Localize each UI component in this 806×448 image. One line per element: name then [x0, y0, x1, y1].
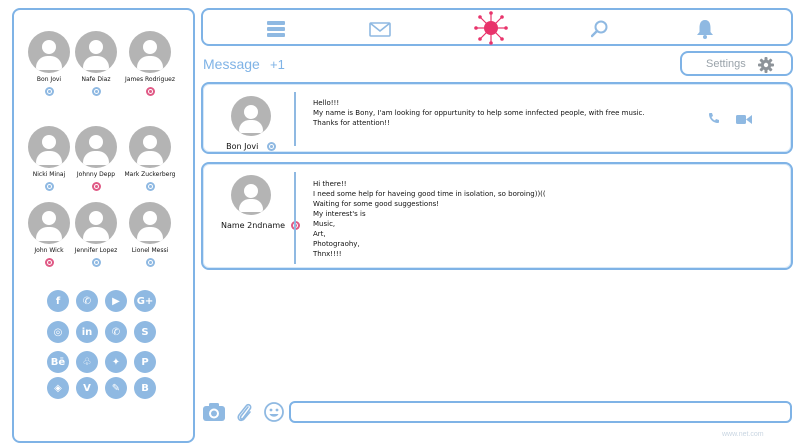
virus-icon[interactable]: [473, 11, 509, 45]
offline-status-icon: [44, 258, 54, 267]
facebook-icon[interactable]: f: [47, 290, 69, 312]
message-line: Thnx!!!!: [313, 250, 342, 258]
youtube-icon[interactable]: ▶: [105, 290, 127, 312]
instagram-icon[interactable]: ◎: [47, 321, 69, 343]
contact-card[interactable]: Nafe Diaz: [67, 31, 125, 96]
search-icon[interactable]: [589, 18, 611, 40]
message-body: Hi there!! I need some help for haveing …: [313, 179, 546, 259]
avatar: [129, 126, 171, 168]
pinterest-icon[interactable]: P: [134, 351, 156, 373]
message-sender[interactable]: Bon Jovi: [221, 96, 281, 151]
message-input[interactable]: [289, 401, 792, 423]
message-count-badge: +1: [270, 57, 285, 72]
evernote-icon[interactable]: ✎: [105, 377, 127, 399]
menu-icon[interactable]: [265, 18, 287, 40]
linkedin-icon[interactable]: in: [76, 321, 98, 343]
avatar: [28, 126, 70, 168]
contacts-sidebar: Bon Jovi Nafe Diaz James Rodriguez Nicki…: [12, 8, 195, 443]
avatar: [231, 96, 271, 136]
contact-name: Johnny Depp: [76, 171, 116, 178]
contact-name: Lionel Messi: [131, 247, 169, 254]
online-status-icon: [145, 182, 155, 191]
message-line: Hello!!!: [313, 99, 340, 107]
contact-card[interactable]: Jennifer Lopez: [67, 202, 125, 267]
avatar: [231, 175, 271, 215]
vimeo-icon[interactable]: V: [76, 377, 98, 399]
avatar: [75, 202, 117, 244]
settings-button[interactable]: Settings: [680, 51, 793, 76]
attachment-icon[interactable]: [235, 401, 253, 427]
video-call-icon[interactable]: [736, 110, 752, 129]
whatsapp-icon[interactable]: ✆: [105, 321, 127, 343]
contact-name: James Rodriguez: [125, 76, 175, 83]
whatsapp-icon[interactable]: ✆: [76, 290, 98, 312]
gear-icon: [758, 57, 774, 77]
message-line: Waiting for some good suggestions!: [313, 200, 440, 208]
avatar: [75, 31, 117, 73]
message-card[interactable]: Bon Jovi Hello!!! My name is Bony, I'am …: [201, 82, 793, 154]
message-line: My interest's is: [313, 210, 366, 218]
contact-card[interactable]: Lionel Messi: [121, 202, 179, 267]
avatar: [129, 31, 171, 73]
message-line: Music,: [313, 220, 336, 228]
contact-name: Jennifer Lopez: [74, 247, 118, 254]
online-status-icon: [266, 142, 276, 151]
sender-name: Bon Jovi: [226, 142, 259, 151]
contact-card[interactable]: Johnny Depp: [67, 126, 125, 191]
online-status-icon: [44, 87, 54, 96]
phone-call-icon[interactable]: [708, 109, 720, 128]
online-status-icon: [91, 258, 101, 267]
snapchat-icon[interactable]: ♧: [76, 351, 98, 373]
messages-title: Message: [203, 56, 260, 72]
contact-card[interactable]: Mark Zuckerberg: [121, 126, 179, 191]
behance-icon[interactable]: Bē: [47, 351, 69, 373]
avatar: [28, 31, 70, 73]
message-body: Hello!!! My name is Bony, I'am looking f…: [313, 98, 645, 128]
emoji-icon[interactable]: [264, 402, 284, 426]
avatar: [129, 202, 171, 244]
bell-icon[interactable]: [694, 18, 716, 40]
message-line: My name is Bony, I'am looking for oppurt…: [313, 109, 645, 117]
online-status-icon: [91, 87, 101, 96]
contact-name: Nafe Diaz: [81, 76, 111, 83]
message-line: Hi there!!: [313, 180, 347, 188]
skype-icon[interactable]: S: [134, 321, 156, 343]
message-divider: [294, 172, 296, 264]
message-sender[interactable]: Name 2ndname: [221, 175, 300, 230]
contact-card[interactable]: James Rodriguez: [121, 31, 179, 96]
message-divider: [294, 92, 296, 146]
offline-status-icon: [91, 182, 101, 191]
watermark: www.net.com: [722, 431, 764, 438]
settings-label: Settings: [706, 57, 746, 70]
message-line: Photograohy,: [313, 240, 360, 248]
contact-name: Mark Zuckerberg: [124, 171, 176, 178]
dropbox-icon[interactable]: ◈: [47, 377, 69, 399]
top-navigation: [201, 8, 793, 46]
twitter-icon[interactable]: ✦: [105, 351, 127, 373]
message-card[interactable]: Name 2ndname Hi there!! I need some help…: [201, 162, 793, 270]
avatar: [28, 202, 70, 244]
mail-icon[interactable]: [369, 18, 391, 40]
message-line: Thanks for attention!!: [313, 119, 390, 127]
message-line: I need some help for haveing good time i…: [313, 190, 546, 198]
sender-name: Name 2ndname: [221, 221, 286, 230]
avatar: [75, 126, 117, 168]
blogger-icon[interactable]: B: [134, 377, 156, 399]
online-status-icon: [44, 182, 54, 191]
camera-icon[interactable]: [202, 402, 226, 426]
message-line: Art,: [313, 230, 326, 238]
online-status-icon: [145, 258, 155, 267]
google-plus-icon[interactable]: G+: [134, 290, 156, 312]
offline-status-icon: [145, 87, 155, 96]
